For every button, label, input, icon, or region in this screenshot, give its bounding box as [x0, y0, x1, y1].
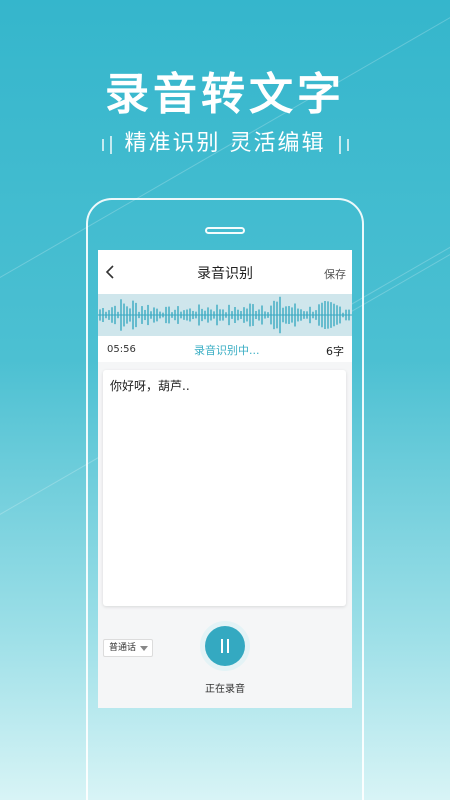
waveform-graphic — [98, 296, 352, 334]
pause-icon — [221, 639, 223, 653]
app-screen: 录音识别 保存 05:56 录音识别中... 6字 你好呀，葫芦.. 普通话 正… — [98, 250, 352, 708]
language-selected: 普通话 — [109, 643, 137, 653]
transcript-text: 你好呀，葫芦.. — [110, 379, 190, 393]
pause-icon — [227, 639, 229, 653]
record-toggle-button[interactable] — [200, 621, 250, 671]
hero-subtitle: 精准识别 灵活编辑 — [124, 131, 326, 156]
hero-subtitle-row: 精准识别 灵活编辑 — [0, 125, 450, 157]
phone-speaker — [205, 227, 245, 234]
language-select[interactable]: 普通话 — [103, 639, 153, 657]
promo-page: 录音转文字 精准识别 灵活编辑 录音识别 保存 05:56 录音识别中... 6… — [0, 0, 450, 800]
recognition-status: 录音识别中... — [194, 344, 260, 357]
record-status-label: 正在录音 — [205, 684, 245, 695]
transcript-editor[interactable]: 你好呀，葫芦.. — [103, 370, 346, 606]
decor-bars-left — [99, 132, 115, 157]
nav-title: 录音识别 — [197, 266, 253, 282]
info-bar: 05:56 录音识别中... 6字 — [98, 336, 352, 362]
save-button[interactable]: 保存 — [324, 266, 346, 282]
waveform — [98, 294, 352, 336]
record-button-core — [205, 626, 245, 666]
hero-title: 录音转文字 — [105, 69, 345, 120]
elapsed-time: 05:56 — [107, 344, 136, 355]
word-count: 6字 — [326, 345, 344, 358]
caret-down-icon — [140, 646, 148, 651]
nav-bar: 录音识别 保存 — [98, 250, 352, 294]
decor-bars-right — [336, 132, 352, 157]
